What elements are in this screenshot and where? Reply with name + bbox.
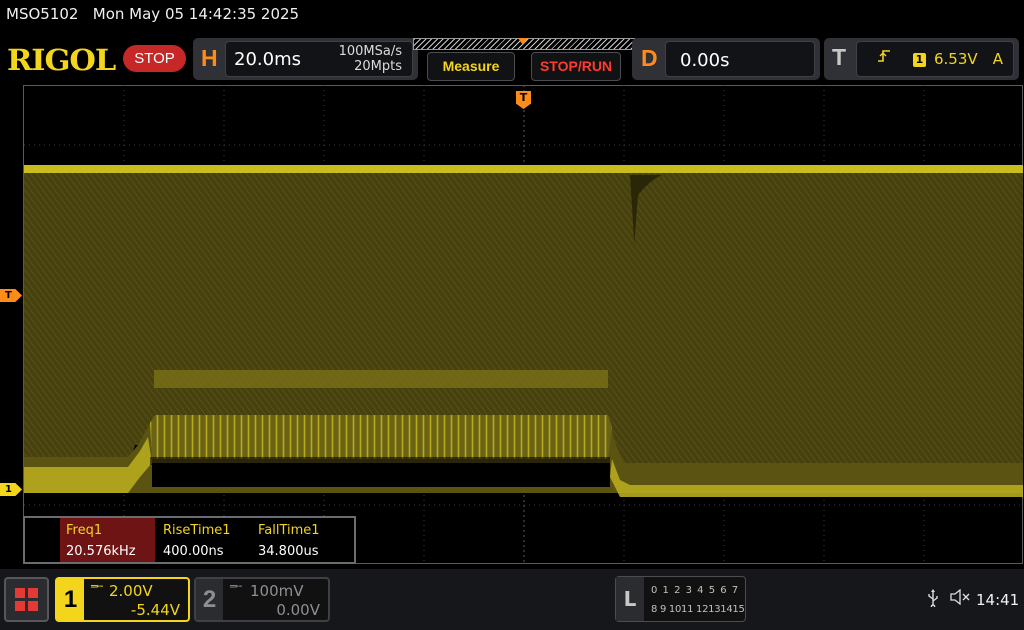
logic-analyzer-panel[interactable]: L 0 1 2 3 4 5 6 7 8 9 1011 12131415 [615, 576, 746, 622]
timebase-value: 20.0ms [234, 49, 301, 70]
waveform-display[interactable]: T 1 T [0, 85, 1024, 565]
delay-panel[interactable]: D 0.00s [632, 38, 820, 80]
memory-depth: 20Mpts [354, 59, 402, 74]
usb-icon [927, 589, 939, 612]
delay-label: D [641, 45, 658, 71]
measurement-item[interactable]: FallTime1 34.800us [252, 518, 347, 562]
channel-2-scale: 100mV [250, 582, 304, 600]
trigger-mode: A [992, 50, 1003, 68]
menu-grid-icon-cell [28, 588, 38, 598]
measure-button[interactable]: Measure [427, 52, 515, 81]
logic-channels-row-1: 0 1 2 3 4 5 6 7 [651, 585, 740, 596]
logic-analyzer-label: L [616, 577, 644, 621]
trigger-level: 6.53V [934, 50, 978, 68]
speaker-muted-icon[interactable] [950, 588, 972, 609]
model-name: MSO5102 [6, 5, 79, 23]
horizontal-label: H [201, 45, 218, 71]
main-menu-button[interactable] [4, 577, 49, 622]
channel-2-number: 2 [196, 579, 223, 620]
menu-grid-icon [15, 588, 25, 598]
dc-coupling-icon: ═╌ [230, 580, 242, 593]
delay-value: 0.00s [680, 50, 730, 71]
horizontal-panel[interactable]: H 20.0ms 100MSa/s 20Mpts [193, 38, 418, 80]
measurement-item[interactable]: RiseTime1 400.00ns [157, 518, 252, 562]
channel-1-offset: -5.44V [130, 601, 180, 619]
measurement-panel[interactable]: Freq1 20.576kHz RiseTime1 400.00ns FallT… [23, 516, 356, 564]
measurement-item[interactable]: Freq1 20.576kHz [60, 518, 155, 562]
dc-coupling-icon: ═╌ [91, 580, 103, 593]
trigger-panel[interactable]: T 1 6.53V A [824, 38, 1019, 80]
measurement-name: RiseTime1 [163, 523, 231, 538]
run-state-badge[interactable]: STOP [123, 45, 186, 72]
menu-grid-icon-cell [15, 601, 25, 611]
channel-1-panel[interactable]: 1 ═╌ 2.00V -5.44V [55, 577, 190, 622]
stop-run-button[interactable]: STOP/RUN [531, 52, 621, 81]
measurement-value: 400.00ns [163, 544, 224, 559]
measurement-value: 20.576kHz [66, 544, 136, 559]
date-time: Mon May 05 14:42:35 2025 [92, 5, 300, 23]
waveform-canvas [23, 85, 1023, 564]
rigol-logo: RIGOL [7, 43, 116, 77]
memory-position-marker [518, 38, 528, 45]
logic-channels-row-2: 8 9 1011 12131415 [651, 604, 745, 615]
rising-edge-icon [877, 48, 891, 68]
trigger-readout: 1 6.53V A [856, 41, 1014, 77]
menu-grid-icon-cell [28, 601, 38, 611]
measurement-name: FallTime1 [258, 523, 320, 538]
trigger-label: T [832, 44, 847, 70]
channel-1-scale: 2.00V [109, 582, 153, 600]
system-clock: 14:41 [976, 591, 1020, 609]
channel-1-number: 1 [57, 579, 84, 620]
sample-rate: 100MSa/s [338, 44, 402, 59]
channel-2-panel[interactable]: 2 ═╌ 100mV 0.00V [194, 577, 330, 622]
channel-2-offset: 0.00V [276, 601, 320, 619]
ch1-persistence [24, 165, 1023, 497]
horizontal-readout: 20.0ms 100MSa/s 20Mpts [225, 41, 413, 77]
trigger-source-badge: 1 [913, 53, 926, 67]
trigger-position-label: T [519, 91, 528, 104]
measurement-name: Freq1 [66, 523, 103, 538]
delay-readout: 0.00s [665, 41, 815, 77]
status-line: MSO5102 Mon May 05 14:42:35 2025 [6, 5, 299, 23]
measurement-value: 34.800us [258, 544, 319, 559]
acquisition-info: 100MSa/s 20Mpts [339, 44, 402, 74]
